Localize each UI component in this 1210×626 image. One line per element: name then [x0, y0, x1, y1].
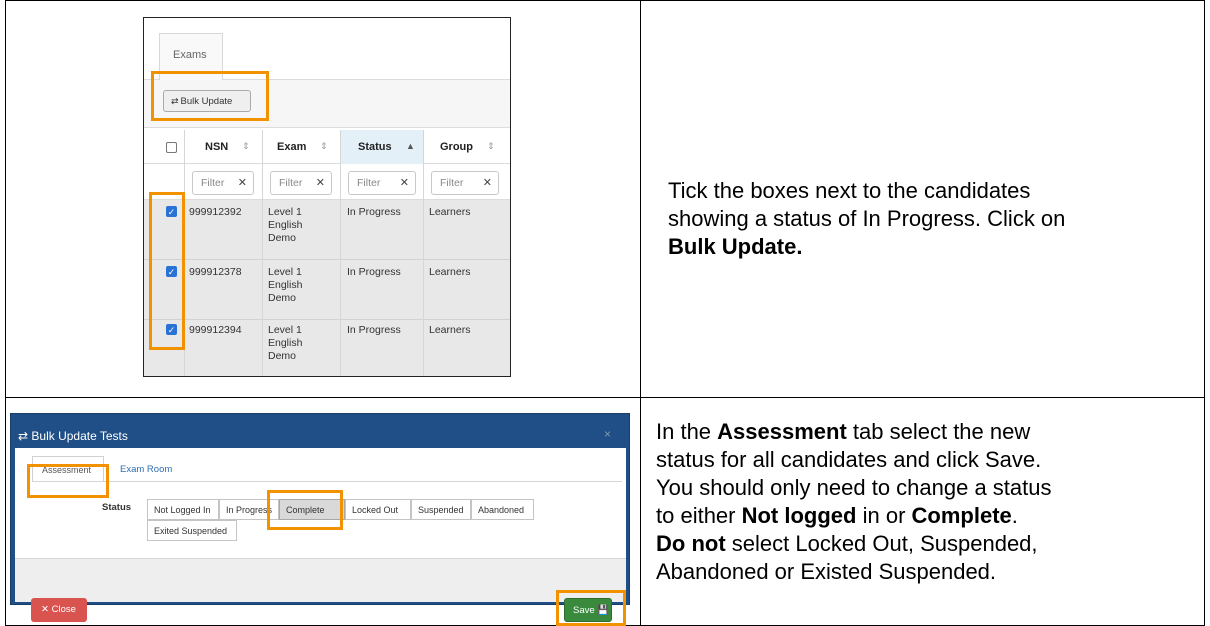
exam-cell: Level 1 English Demo: [268, 324, 303, 362]
filter-input-status[interactable]: Filter ✕: [348, 171, 416, 195]
status-cell: In Progress: [347, 266, 401, 278]
close-button[interactable]: ✕ Close: [31, 598, 87, 622]
checkbox-column-highlight: [149, 192, 185, 350]
sort-icon[interactable]: ⇕: [242, 141, 250, 152]
bulk-update-highlight: [151, 71, 269, 121]
exam-cell: Level 1 English Demo: [268, 206, 303, 244]
column-header-group[interactable]: Group: [440, 130, 473, 164]
column-header-exam[interactable]: Exam: [277, 130, 306, 164]
table-column-divider: [640, 0, 641, 625]
exams-screenshot: Exams ⇄ Bulk Update NSN ⇕ Exam ⇕ Status ▲…: [143, 17, 511, 377]
column-divider: [340, 130, 341, 376]
table-border-top: [6, 0, 1204, 1]
table-row-divider: [6, 397, 1204, 398]
group-cell: Learners: [429, 206, 471, 218]
filter-placeholder: Filter: [201, 177, 225, 189]
exam-cell: Level 1 English Demo: [268, 266, 303, 304]
status-option-suspended[interactable]: Suspended: [411, 499, 471, 520]
modal-footer: [15, 558, 626, 602]
status-option-not-logged-in[interactable]: Not Logged In: [147, 499, 219, 520]
filter-placeholder: Filter: [279, 177, 303, 189]
filter-input-exam[interactable]: Filter ✕: [270, 171, 332, 195]
nsn-cell: 999912394: [189, 324, 242, 336]
column-header-nsn[interactable]: NSN: [205, 130, 228, 164]
complete-option-highlight: [267, 490, 343, 530]
tab-underline: [32, 481, 622, 482]
tab-exam-room[interactable]: Exam Room: [120, 464, 172, 475]
status-cell: In Progress: [347, 206, 401, 218]
nsn-cell: 999912378: [189, 266, 242, 278]
modal-title: ⇄ Bulk Update Tests: [18, 429, 128, 443]
step2-instruction: In the Assessment tab select the new sta…: [656, 419, 1052, 584]
clear-filter-icon[interactable]: ✕: [400, 176, 409, 189]
swap-arrows-icon: ⇄: [18, 429, 32, 443]
assessment-tab-highlight: [27, 464, 109, 498]
step1-instruction: Tick the boxes next to the candidates sh…: [668, 178, 1066, 259]
clear-filter-icon[interactable]: ✕: [316, 176, 325, 189]
sort-ascending-icon[interactable]: ▲: [406, 141, 415, 151]
nsn-cell: 999912392: [189, 206, 242, 218]
sort-icon[interactable]: ⇕: [487, 141, 495, 152]
save-button-highlight: [556, 590, 626, 626]
status-cell: In Progress: [347, 324, 401, 336]
sort-icon[interactable]: ⇕: [320, 141, 328, 152]
clear-filter-icon[interactable]: ✕: [238, 176, 247, 189]
select-all-checkbox[interactable]: [166, 142, 177, 153]
group-cell: Learners: [429, 324, 471, 336]
status-option-abandoned[interactable]: Abandoned: [471, 499, 534, 520]
filter-placeholder: Filter: [440, 177, 464, 189]
column-header-status[interactable]: Status: [358, 130, 392, 164]
filter-input-nsn[interactable]: Filter ✕: [192, 171, 254, 195]
column-divider: [262, 130, 263, 376]
status-label: Status: [102, 502, 132, 513]
clear-filter-icon[interactable]: ✕: [483, 176, 492, 189]
filter-placeholder: Filter: [357, 177, 381, 189]
status-option-locked-out[interactable]: Locked Out: [345, 499, 411, 520]
modal-close-icon[interactable]: ×: [604, 427, 611, 441]
column-divider: [423, 130, 424, 376]
close-icon: ✕: [41, 604, 52, 615]
group-cell: Learners: [429, 266, 471, 278]
status-option-exited-suspended[interactable]: Exited Suspended: [147, 520, 237, 541]
filter-input-group[interactable]: Filter ✕: [431, 171, 499, 195]
